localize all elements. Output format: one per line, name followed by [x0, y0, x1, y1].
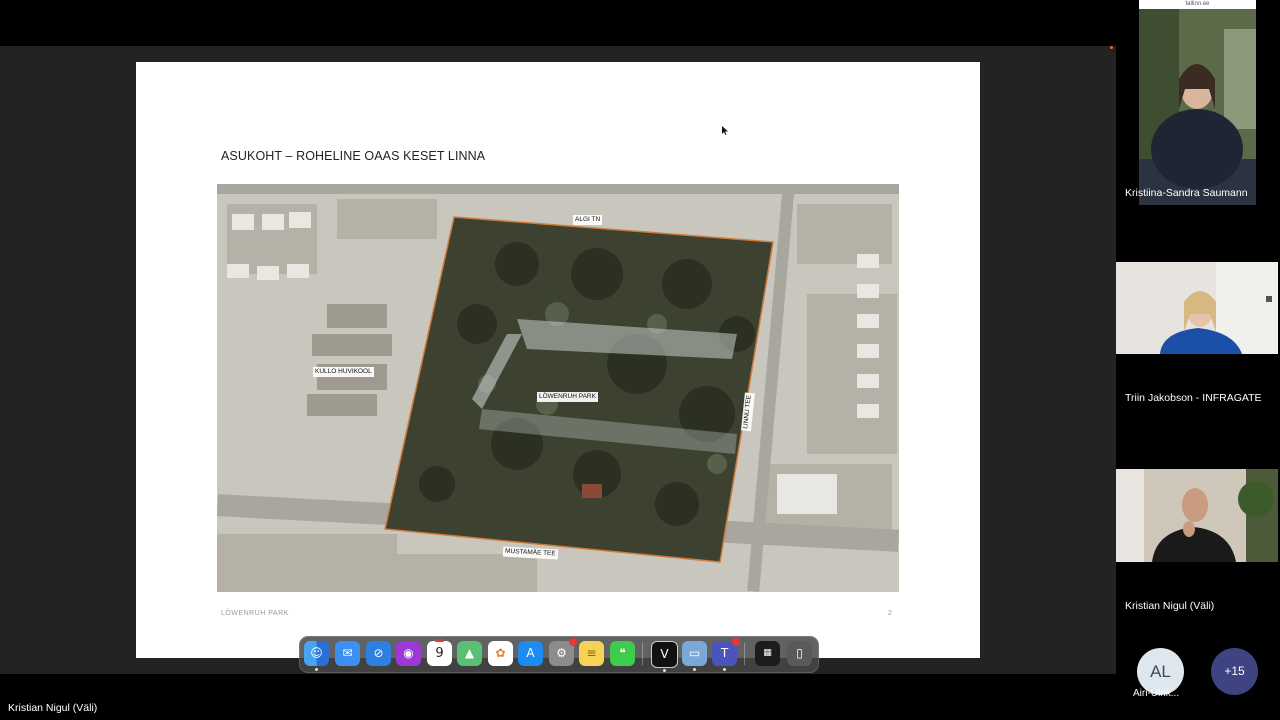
photos-icon[interactable]: ✿: [488, 641, 513, 666]
maps-icon[interactable]: ▲: [457, 641, 482, 666]
calendar-day: 9: [435, 646, 444, 661]
mail-icon[interactable]: ✉: [335, 641, 360, 666]
safari-icon[interactable]: ⊘: [366, 641, 391, 666]
system-settings-icon[interactable]: ⚙: [549, 638, 577, 666]
recording-indicator: [1110, 46, 1113, 49]
video-url-strip: tallinn.ee: [1139, 0, 1256, 9]
participant-video-3[interactable]: [1116, 469, 1278, 562]
trash-icon[interactable]: ▯: [787, 641, 812, 666]
aerial-map: ALGI TN KULLO HUVIKOOL LÖWENRUH PARK LIN…: [217, 184, 899, 592]
participant-name-2: Triin Jakobson - INFRAGATE: [1125, 392, 1262, 404]
app-store-icon[interactable]: A: [518, 641, 543, 666]
notes-icon[interactable]: ≡: [579, 641, 604, 666]
slide-page-number: 2: [888, 610, 892, 617]
participant-name-3: Kristian Nigul (Väli): [1125, 600, 1215, 612]
map-label-algi: ALGI TN: [573, 215, 603, 225]
messages-icon[interactable]: ❝: [610, 641, 635, 666]
slide-title: ASUKOHT – ROHELINE OAAS KESET LINNA: [221, 149, 486, 163]
terminal-icon[interactable]: ▦: [755, 641, 780, 666]
participant-video-2[interactable]: [1116, 262, 1278, 354]
participant-name-1: Kristiina-Sandra Saumann: [1125, 187, 1248, 199]
more-participants-button[interactable]: +15: [1211, 648, 1258, 695]
map-label-park: LÖWENRUH PARK: [537, 392, 598, 402]
mouse-cursor-icon: [722, 126, 728, 135]
map-label-kullo: KULLO HUVIKOOL: [313, 367, 374, 377]
participant-video-1[interactable]: [1139, 9, 1256, 205]
active-speaker-name: Kristian Nigul (Väli): [8, 702, 98, 714]
teams-icon[interactable]: T: [712, 638, 740, 671]
calendar-icon[interactable]: 9: [427, 639, 452, 666]
preview-icon[interactable]: ▭: [682, 641, 707, 671]
top-bar: [0, 0, 1118, 46]
participant-avatar-name: Airi-Ulrik...: [1133, 688, 1180, 699]
vivaldi-icon[interactable]: V: [651, 641, 678, 672]
podcast-icon[interactable]: ◉: [396, 641, 421, 666]
slide-footer: LÖWENRUH PARK: [221, 610, 289, 617]
macos-dock: ☺ ✉ ⊘ ◉ 9 ▲ ✿ A ⚙ ≡ ❝ V ▭ T ▦ ▯: [299, 636, 819, 673]
finder-icon[interactable]: ☺: [304, 641, 329, 671]
